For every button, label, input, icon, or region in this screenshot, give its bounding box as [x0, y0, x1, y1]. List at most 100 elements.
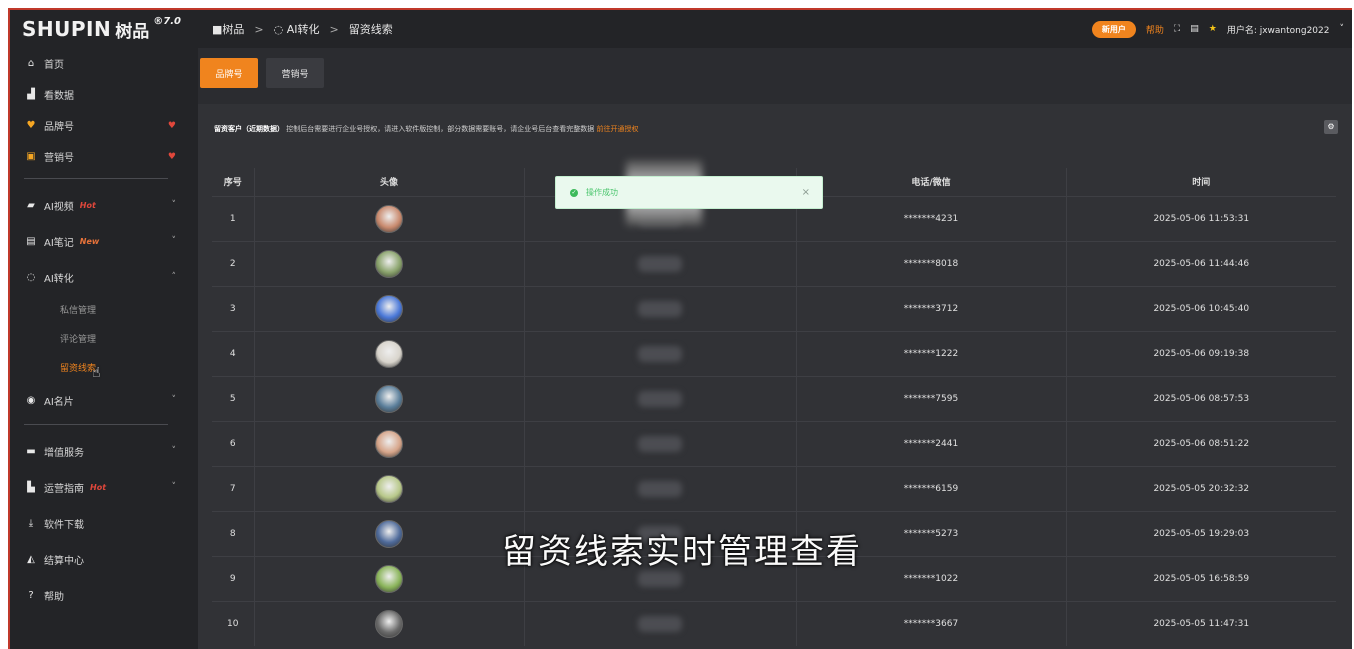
- chevron-down-icon[interactable]: ˅: [1340, 24, 1345, 34]
- sidebar-subitem-1[interactable]: 评论管理: [10, 324, 198, 353]
- brand-icon: ♥: [26, 120, 36, 131]
- star-icon: ★: [1208, 24, 1217, 34]
- cell-name-blurred: [524, 375, 797, 421]
- sidebar-item-7[interactable]: ◉ AI名片 ˅: [10, 382, 198, 418]
- sidebar-item-12[interactable]: ? 帮助: [10, 577, 198, 613]
- account-tabs: 品牌号 营销号: [198, 58, 324, 88]
- document-icon[interactable]: ▤: [1190, 24, 1199, 34]
- cell-index: 4: [212, 330, 255, 376]
- cell-phone: *******2441: [796, 420, 1067, 466]
- cell-avatar: [254, 195, 525, 241]
- card-icon: ◉: [26, 394, 36, 406]
- logo-text: SHUPIN: [22, 17, 112, 41]
- marketing-icon: ▣: [26, 151, 36, 162]
- sidebar-item-3[interactable]: ▣ 营销号 ♥: [10, 141, 198, 172]
- cell-index: 6: [212, 420, 255, 466]
- sidebar-item-label: 帮助: [44, 591, 64, 603]
- cell-avatar: [254, 465, 525, 511]
- sidebar-item-label: 看数据: [44, 91, 74, 102]
- new-user-pill[interactable]: 新用户: [1091, 20, 1136, 38]
- table-row: 2 *******8018 2025-05-06 11:44:46: [212, 240, 1336, 286]
- blurred-name: [638, 345, 682, 362]
- help-icon: ?: [28, 589, 34, 601]
- sidebar-item-label: 品牌号: [44, 122, 74, 133]
- cell-time: 2025-05-06 08:51:22: [1066, 420, 1336, 466]
- sidebar-item-label: 首页: [44, 60, 64, 71]
- chevron-icon: ˅: [171, 395, 177, 405]
- col-index: 序号: [212, 168, 255, 196]
- table-row: 4 *******1222 2025-05-06 09:19:38: [212, 330, 1336, 376]
- table-row: 10 *******3667 2025-05-05 11:47:31: [212, 600, 1336, 646]
- breadcrumb-home[interactable]: ■树品: [212, 21, 244, 37]
- sidebar-item-label: AI转化: [44, 273, 74, 285]
- cell-time: 2025-05-06 08:57:53: [1066, 375, 1336, 421]
- help-link[interactable]: 帮助: [1146, 23, 1164, 36]
- close-icon[interactable]: ×: [802, 187, 810, 198]
- cell-time: 2025-05-06 11:53:31: [1066, 195, 1336, 241]
- heart-icon: ♥: [167, 151, 176, 162]
- avatar: [375, 429, 403, 458]
- notice-bar: 留资客户（近期数据） 控制后台需要进行企业号授权，请进入软件版控制，部分数据需要…: [214, 124, 638, 134]
- sidebar-divider: [24, 178, 168, 179]
- cell-phone: *******8018: [796, 240, 1067, 286]
- logo[interactable]: SHUPIN 树品 ®7.0: [10, 10, 198, 48]
- col-time: 时间: [1192, 178, 1211, 189]
- blurred-name: [638, 615, 682, 632]
- cell-avatar: [254, 600, 525, 646]
- sidebar-item-0[interactable]: ⌂ 首页: [10, 48, 198, 79]
- settings-icon[interactable]: ⚙: [1324, 120, 1338, 134]
- sidebar-item-label: 运营指南: [44, 483, 84, 495]
- cell-index: 2: [212, 240, 255, 286]
- sidebar-badge: New: [79, 236, 100, 246]
- chevron-icon: ˅: [171, 236, 177, 246]
- cell-name-blurred: [524, 420, 797, 466]
- cell-index: 10: [212, 600, 255, 646]
- col-phone: 电话/微信: [796, 168, 1067, 196]
- table-row: 6 *******2441 2025-05-06 08:51:22: [212, 420, 1336, 466]
- cell-index: 1: [212, 195, 255, 241]
- check-icon: ✓: [570, 188, 578, 197]
- user-menu[interactable]: 用户名: jxwantong2022: [1227, 23, 1330, 36]
- sidebar-item-4[interactable]: ▰ AI视频 Hot ˅: [10, 187, 198, 223]
- cell-name-blurred: [524, 465, 797, 511]
- sidebar-item-5[interactable]: ▤ AI笔记 New ˅: [10, 223, 198, 259]
- tab-brand[interactable]: 品牌号: [200, 58, 258, 88]
- logo-cn: 树品: [115, 21, 150, 42]
- home-icon: ⌂: [27, 58, 35, 69]
- tab-marketing[interactable]: 营销号: [266, 58, 324, 88]
- sidebar-divider: [24, 424, 168, 425]
- sidebar-subitem-2[interactable]: 留资线索: [10, 353, 198, 382]
- service-icon: ▬: [26, 445, 36, 457]
- notice-title: 留资客户（近期数据）: [214, 125, 284, 133]
- table-body: 1 *******4231 2025-05-06 11:53:31 2 *******8…: [212, 195, 1336, 646]
- convert-icon: ◌: [26, 271, 36, 283]
- sidebar-badge: Hot: [90, 482, 107, 492]
- guide-icon: ▙: [27, 481, 35, 493]
- cell-time: 2025-05-05 11:47:31: [1066, 600, 1336, 646]
- chevron-icon: ˅: [171, 482, 177, 492]
- sidebar-item-9[interactable]: ▙ 运营指南 Hot ˅: [10, 469, 198, 505]
- breadcrumb-ai-convert[interactable]: ◌ AI转化: [274, 21, 320, 37]
- blurred-name: [638, 480, 682, 497]
- sidebar-item-label: 营销号: [44, 153, 74, 164]
- sidebar-item-1[interactable]: ▟ 看数据: [10, 79, 198, 110]
- fullscreen-icon[interactable]: ⛶: [1174, 24, 1180, 34]
- sidebar-subitem-0[interactable]: 私信管理: [10, 295, 198, 324]
- breadcrumb-separator: >: [329, 22, 339, 36]
- avatar: [375, 204, 403, 233]
- sidebar-item-6[interactable]: ◌ AI转化 ˄: [10, 259, 198, 295]
- notice-link[interactable]: 前往开通授权: [596, 125, 638, 133]
- sidebar-item-label: AI笔记: [44, 237, 74, 249]
- blurred-name: [638, 300, 682, 317]
- bar-chart-icon: ▟: [27, 89, 35, 100]
- cell-avatar: [254, 240, 525, 286]
- top-right-controls: 新用户 帮助 ⛶ ▤ ★ 用户名: jxwantong2022 ˅: [1091, 20, 1345, 38]
- cell-avatar: [254, 420, 525, 466]
- cell-avatar: [254, 330, 525, 376]
- sidebar-item-2[interactable]: ♥ 品牌号 ♥: [10, 110, 198, 141]
- breadcrumb-separator: >: [254, 22, 264, 36]
- avatar: [375, 339, 403, 368]
- sidebar-item-8[interactable]: ▬ 增值服务 ˅: [10, 433, 198, 469]
- blurred-name: [638, 390, 682, 407]
- cell-name-blurred: [524, 600, 797, 646]
